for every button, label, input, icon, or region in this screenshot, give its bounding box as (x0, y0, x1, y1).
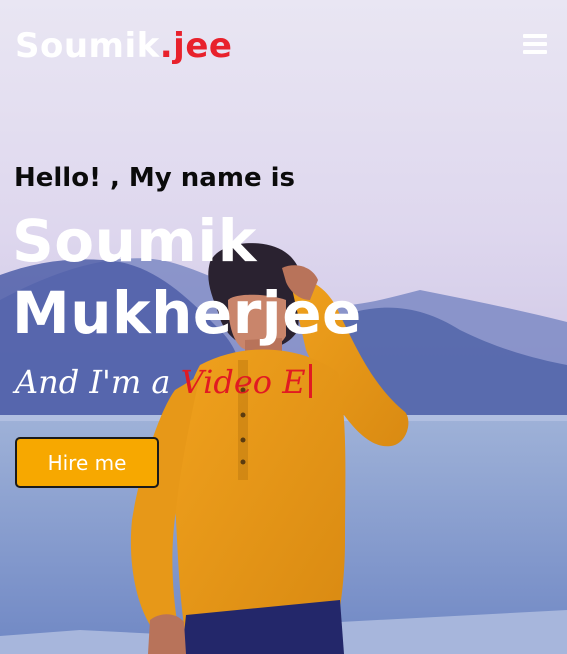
brand-name: Soumik (15, 26, 160, 66)
hero-name: Soumik Mukherjee (12, 205, 362, 349)
brand-suffix: .jee (159, 26, 233, 66)
hamburger-menu-icon[interactable] (523, 34, 547, 54)
tagline-prefix: And I'm a (15, 363, 181, 401)
tagline-typed-text: Video E (180, 363, 306, 401)
top-navbar: Soumik.jee (0, 0, 567, 92)
hire-me-button[interactable]: Hire me (15, 437, 159, 488)
hero-greeting: Hello! , My name is (14, 163, 296, 193)
hero-section: Soumik.jee Hello! , My name is Soumik Mu… (0, 0, 567, 654)
typing-cursor (308, 364, 312, 398)
brand-logo[interactable]: Soumik.jee (15, 26, 232, 66)
hero-name-last: Mukherjee (12, 279, 362, 347)
hero-name-first: Soumik (12, 207, 257, 275)
hero-tagline: And I'm a Video E (15, 360, 312, 404)
